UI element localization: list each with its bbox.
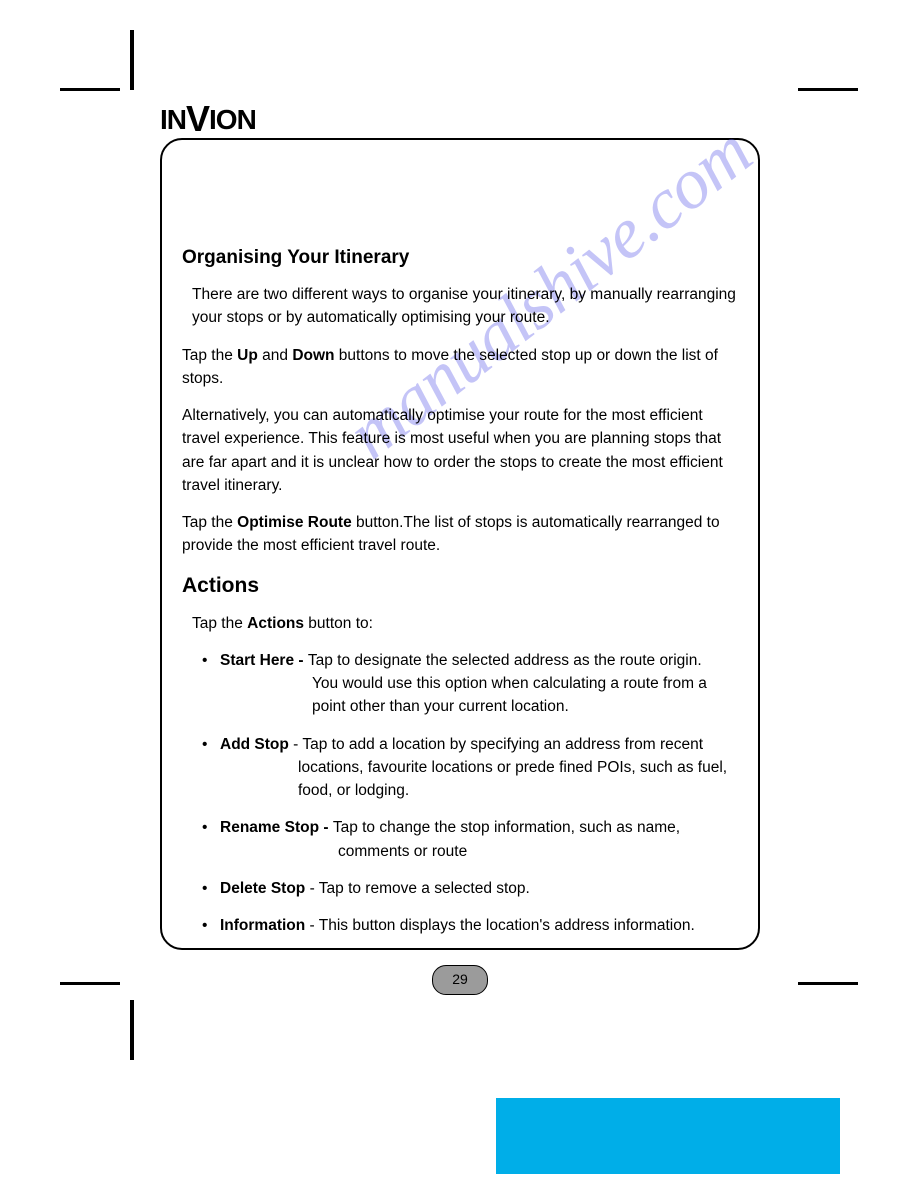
para-alt: Alternatively, you can automatically opt… bbox=[182, 404, 738, 497]
brand-pre: IN bbox=[160, 104, 186, 135]
brand-logo: INVION bbox=[160, 98, 256, 140]
action-label-add-stop: Add Stop bbox=[220, 736, 289, 753]
bold-optimise-route: Optimise Route bbox=[237, 514, 352, 531]
action-label-delete-stop: Delete Stop bbox=[220, 880, 305, 897]
crop-mark bbox=[130, 30, 134, 90]
bold-up: Up bbox=[237, 347, 258, 364]
ad-placeholder bbox=[496, 1098, 840, 1174]
heading-organising: Organising Your Itinerary bbox=[182, 247, 738, 269]
list-item: • Add Stop - Tap to add a location by sp… bbox=[202, 733, 738, 803]
heading-actions: Actions bbox=[182, 574, 738, 598]
bullet-icon: • bbox=[202, 733, 220, 803]
list-item: • Information - This button displays the… bbox=[202, 914, 738, 937]
action-label-start-here: Start Here - bbox=[220, 652, 308, 669]
bullet-icon: • bbox=[202, 649, 220, 719]
bold-down: Down bbox=[292, 347, 334, 364]
crop-mark bbox=[130, 1000, 134, 1060]
bullet-icon: • bbox=[202, 877, 220, 900]
brand-post: ION bbox=[209, 104, 256, 135]
crop-mark bbox=[60, 88, 120, 91]
list-item: • Rename Stop - Tap to change the stop i… bbox=[202, 816, 738, 863]
crop-mark bbox=[798, 88, 858, 91]
crop-mark bbox=[60, 982, 120, 985]
para-intro: There are two different ways to organise… bbox=[192, 283, 738, 330]
manual-page: INVION manualshive.com Organising Your I… bbox=[0, 0, 918, 1188]
action-label-information: Information bbox=[220, 917, 305, 934]
page-number-badge: 29 bbox=[432, 965, 488, 995]
bullet-icon: • bbox=[202, 914, 220, 937]
action-label-rename-stop: Rename Stop - bbox=[220, 819, 333, 836]
list-item: • Start Here - Tap to designate the sele… bbox=[202, 649, 738, 719]
para-updown: Tap the Up and Down buttons to move the … bbox=[182, 344, 738, 391]
brand-big: V bbox=[186, 98, 209, 139]
para-tap-actions: Tap the Actions button to: bbox=[192, 612, 738, 635]
crop-mark bbox=[798, 982, 858, 985]
bold-actions: Actions bbox=[247, 615, 304, 632]
actions-list: • Start Here - Tap to designate the sele… bbox=[202, 649, 738, 938]
list-item: • Delete Stop - Tap to remove a selected… bbox=[202, 877, 738, 900]
para-optimise: Tap the Optimise Route button.The list o… bbox=[182, 511, 738, 558]
bullet-icon: • bbox=[202, 816, 220, 863]
content-card: manualshive.com Organising Your Itinerar… bbox=[160, 138, 760, 950]
